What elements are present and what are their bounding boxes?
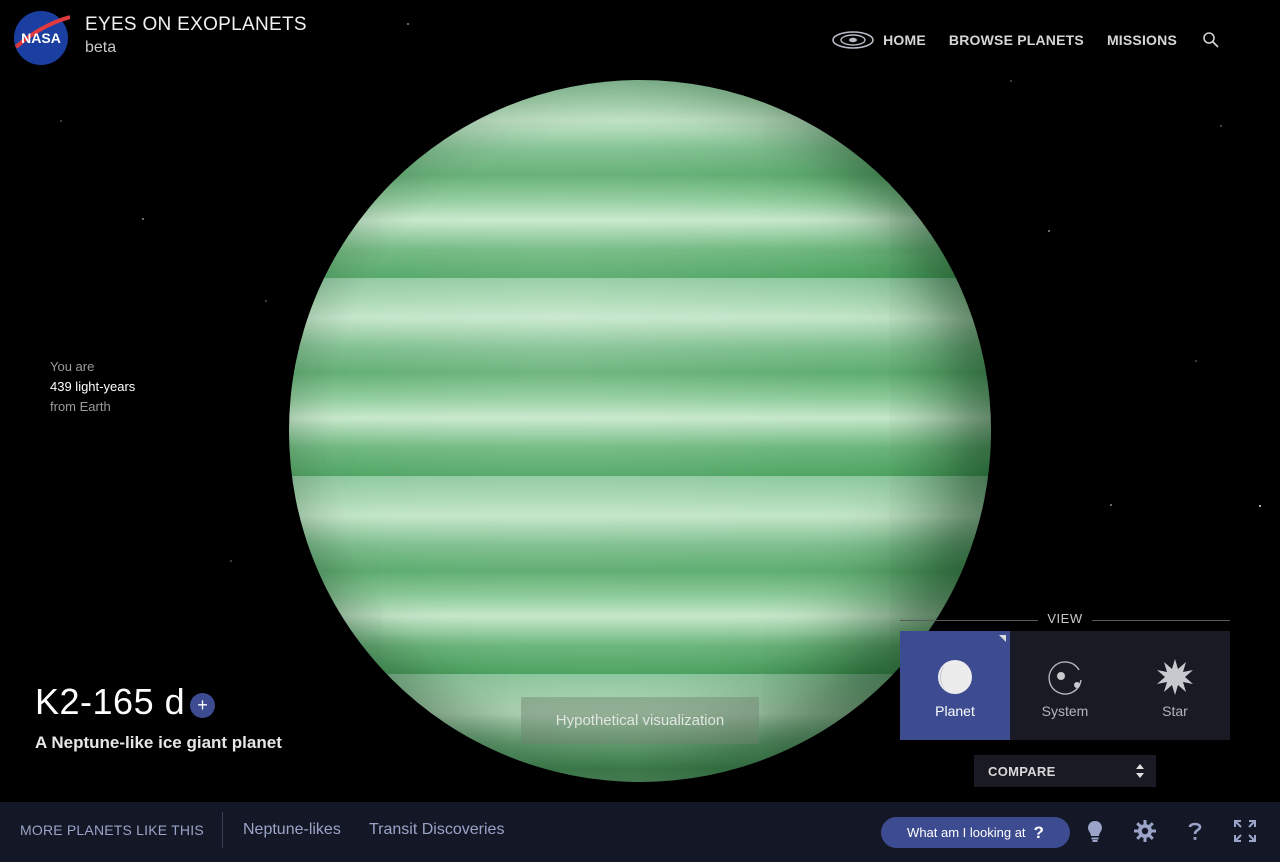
what-am-i-looking-at-button[interactable]: What am I looking at ? <box>881 817 1070 848</box>
view-planet-label: Planet <box>935 703 975 719</box>
home-nav: HOME <box>831 30 926 50</box>
view-label: VIEW <box>1047 611 1083 626</box>
galaxy-icon[interactable] <box>831 30 875 50</box>
hypothetical-visualization-label: Hypothetical visualization <box>521 697 759 744</box>
distance-prefix: You are <box>50 359 95 374</box>
what-am-i-looking-at-label: What am I looking at <box>907 825 1026 840</box>
planet-shading <box>289 80 991 782</box>
distance-readout: You are 439 light-years from Earth <box>50 357 135 417</box>
view-system-button[interactable]: System <box>1010 631 1120 740</box>
compare-dropdown[interactable]: COMPARE <box>974 755 1156 787</box>
view-panel: Planet System Star <box>900 631 1230 740</box>
add-planet-button[interactable]: + <box>190 693 215 718</box>
distance-suffix: from Earth <box>50 399 111 414</box>
compare-label: COMPARE <box>988 763 1056 779</box>
footer-divider <box>222 812 223 848</box>
settings-icon[interactable] <box>1134 820 1156 842</box>
nav-browse-planets[interactable]: BROWSE PLANETS <box>949 32 1084 48</box>
nasa-logo[interactable]: NASA <box>12 9 70 67</box>
nav-home[interactable]: HOME <box>883 32 926 48</box>
planet-name: K2-165 d <box>35 681 186 722</box>
system-icon <box>1048 661 1082 695</box>
fullscreen-icon[interactable] <box>1234 820 1256 842</box>
view-divider-right <box>1092 620 1230 621</box>
sort-arrows-icon <box>1136 764 1144 778</box>
search-icon[interactable] <box>1202 31 1220 49</box>
view-planet-button[interactable]: Planet <box>900 631 1010 740</box>
app-subtitle: beta <box>85 39 117 56</box>
planet-icon <box>938 660 972 694</box>
more-planets-label: MORE PLANETS LIKE THIS <box>20 822 204 838</box>
view-system-label: System <box>1041 703 1089 719</box>
distance-value: 439 light-years <box>50 379 136 394</box>
lightbulb-icon[interactable] <box>1084 820 1106 842</box>
link-transit-discoveries[interactable]: Transit Discoveries <box>369 821 504 839</box>
planet-description: A Neptune-like ice giant planet <box>35 733 282 752</box>
top-nav: HOME BROWSE PLANETS MISSIONS <box>831 30 1220 50</box>
star-icon <box>1157 659 1193 695</box>
corner-indicator-icon <box>999 635 1006 642</box>
help-icon[interactable] <box>1184 820 1206 842</box>
question-mark-icon: ? <box>1033 822 1044 842</box>
view-star-button[interactable]: Star <box>1120 631 1230 740</box>
app-title[interactable]: EYES ON EXOPLANETS <box>85 14 307 36</box>
view-star-label: Star <box>1162 703 1188 719</box>
svg-text:NASA: NASA <box>21 30 61 46</box>
view-divider-left <box>900 620 1038 621</box>
nav-missions[interactable]: MISSIONS <box>1107 32 1177 48</box>
link-neptune-likes[interactable]: Neptune-likes <box>243 821 341 839</box>
